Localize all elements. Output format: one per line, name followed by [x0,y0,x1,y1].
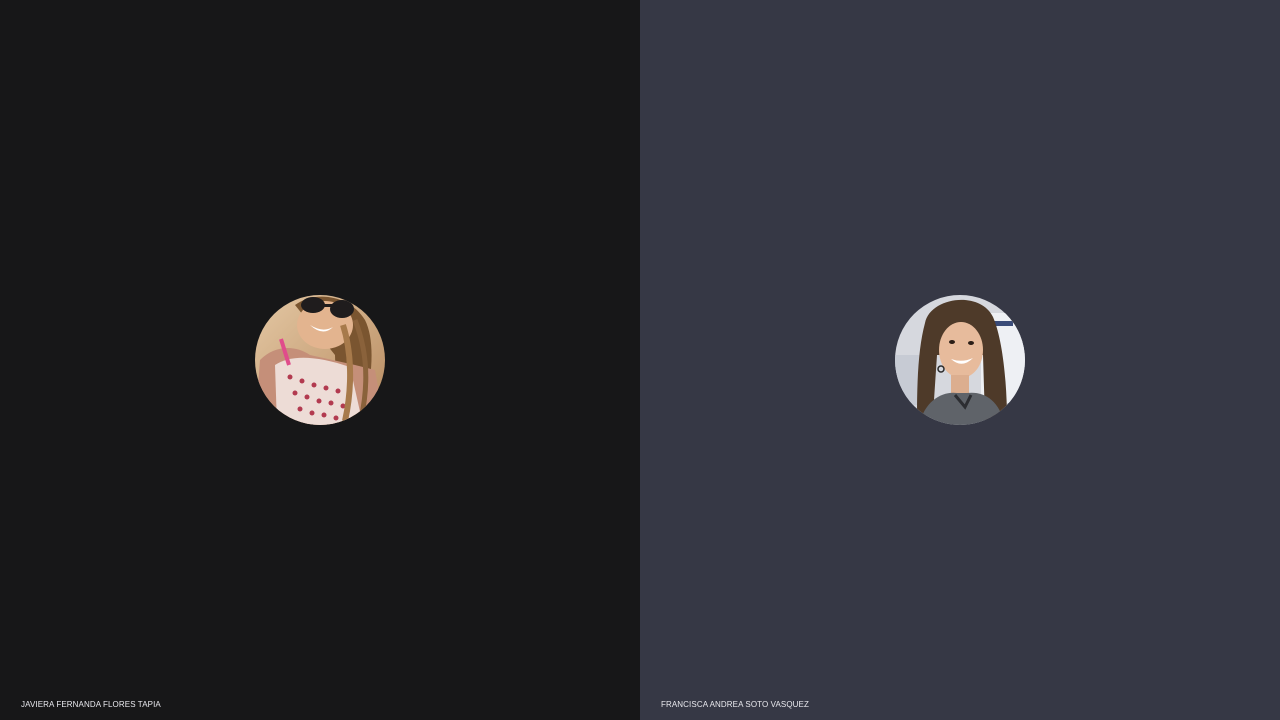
participant-tile[interactable]: FRANCISCA ANDREA SOTO VASQUEZ [640,0,1280,720]
video-call-grid: JAVIERA FERNANDA FLORES TAPIA FRANCISCA … [0,0,1280,720]
avatar-photo-icon [255,295,385,425]
participant-tile[interactable]: JAVIERA FERNANDA FLORES TAPIA [0,0,640,720]
participant-avatar [895,295,1025,425]
avatar-photo-icon [895,295,1025,425]
participant-avatar [255,295,385,425]
participant-name: JAVIERA FERNANDA FLORES TAPIA [21,700,161,709]
participant-name: FRANCISCA ANDREA SOTO VASQUEZ [661,700,809,709]
